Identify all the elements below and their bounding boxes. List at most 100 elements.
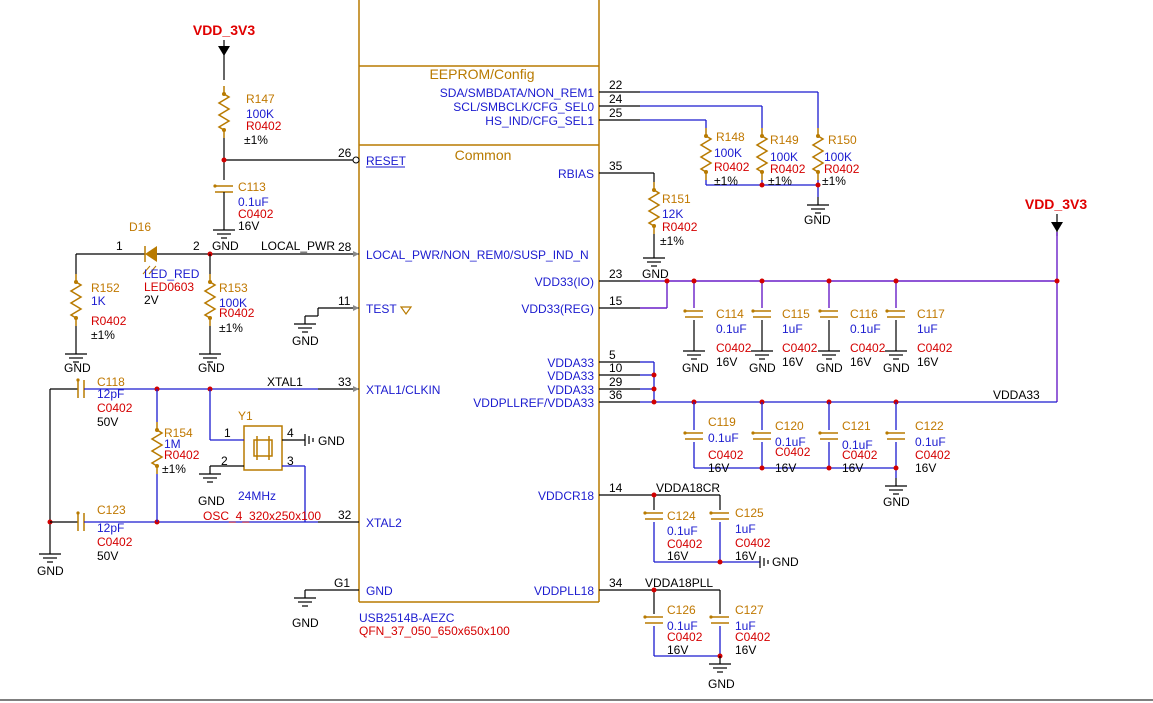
r152-gnd-label: GND (64, 361, 91, 375)
c118-voltage: 50V (97, 415, 118, 429)
vdd-3v3-right-label: VDD_3V3 (1025, 196, 1087, 212)
r154-resistor (151, 421, 163, 475)
c116-package: C0402 (850, 341, 886, 355)
r149-tolerance: ±1% (768, 174, 792, 188)
test-ground-icon (293, 315, 317, 333)
c116-value: 0.1uF (850, 322, 881, 336)
r151-gnd-label: GND (642, 267, 669, 281)
c118-package: C0402 (97, 401, 133, 415)
y1-pin4-gnd-label: GND (318, 434, 345, 448)
crystal-gnd-label: GND (37, 564, 64, 578)
ic-footprint: QFN_37_050_650x650x100 (359, 624, 510, 638)
c115-package: C0402 (782, 341, 818, 355)
vdda33-caps-ground-icon (884, 477, 908, 495)
d16-package: LED0603 (144, 280, 194, 294)
net-vdda18cr: VDDA18CR (656, 481, 720, 495)
r153-ground-icon (198, 345, 222, 363)
c114-capacitor (682, 308, 704, 318)
r152-resistor (70, 273, 82, 327)
y1-gnd-label: GND (198, 494, 225, 508)
r148-tolerance: ±1% (714, 174, 738, 188)
c121-ref: C121 (842, 419, 871, 433)
c113-voltage: 16V (238, 219, 259, 233)
r151-ref: R151 (662, 192, 691, 206)
c114-voltage: 16V (716, 355, 737, 369)
r147-tolerance: ±1% (244, 133, 268, 147)
c115-value: 1uF (782, 322, 803, 336)
r147-ref: R147 (246, 92, 275, 106)
y1-pin1: 1 (224, 426, 231, 440)
y1-pin3: 3 (287, 454, 294, 468)
c120-package: C0402 (775, 445, 811, 459)
c113-ref: C113 (238, 180, 266, 194)
schematic-canvas: EEPROM/Config Common SDA/SMBDATA/NON_REM… (0, 0, 1153, 701)
c119-voltage: 16V (708, 461, 729, 475)
r154-package: R0402 (164, 448, 200, 462)
pin-num-36: 36 (609, 388, 623, 402)
crystal-caps-ground-icon (38, 545, 62, 563)
r154-tolerance: ±1% (162, 462, 186, 476)
pin-num-24: 24 (609, 92, 623, 106)
r149-ref: R149 (770, 133, 799, 147)
r147-package: R0402 (246, 119, 282, 133)
r152-package: R0402 (91, 314, 127, 328)
c118-value: 12pF (97, 387, 124, 401)
pin-num-33: 33 (338, 375, 352, 389)
r153-ref: R153 (219, 281, 248, 295)
c126-package: C0402 (667, 630, 703, 644)
c119-capacitor (682, 430, 704, 440)
c119-ref: C119 (708, 415, 736, 429)
y1-oscillator (243, 425, 283, 471)
c123-ref: C123 (97, 503, 126, 517)
c125-ref: C125 (735, 506, 764, 520)
pin-name-g1: GND (366, 584, 393, 598)
c116-voltage: 16V (850, 355, 871, 369)
c119-package: C0402 (708, 448, 744, 462)
r153-resistor (204, 273, 216, 327)
c120-capacitor (750, 430, 772, 440)
c117-value: 1uF (917, 322, 938, 336)
c123-package: C0402 (97, 535, 133, 549)
r152-ref: R152 (91, 281, 120, 295)
pin-num-34: 34 (609, 576, 623, 590)
left-pin-stubs (318, 156, 360, 591)
r151-value: 12K (662, 207, 683, 221)
pin-num-10: 10 (609, 361, 623, 375)
vdda18pll-gnd-label: GND (708, 677, 735, 691)
pin-num-22: 22 (609, 78, 623, 92)
c113-gnd-label: GND (212, 239, 239, 253)
test-gnd-label: GND (292, 334, 319, 348)
c124-value: 0.1uF (667, 524, 698, 538)
c116-ref: C116 (850, 307, 878, 321)
c115-voltage: 16V (782, 355, 803, 369)
c117-gnd-label: GND (883, 361, 910, 375)
c122-ref: C122 (915, 419, 944, 433)
c120-ref: C120 (775, 419, 804, 433)
pin-num-29: 29 (609, 375, 623, 389)
c114-ground-icon (682, 342, 706, 360)
ic-gnd-ground-icon (293, 589, 317, 607)
pin-num-32: 32 (338, 508, 352, 522)
d16-voltage: 2V (144, 293, 159, 307)
pin-name-25: HS_IND/CFG_SEL1 (485, 114, 594, 128)
d16-ref: D16 (129, 220, 151, 234)
test-pin-marker-icon (399, 306, 413, 316)
c123-voltage: 50V (97, 549, 118, 563)
vdd-3v3-left-label: VDD_3V3 (193, 22, 255, 38)
c115-ground-icon (750, 342, 774, 360)
pin-name-24: SCL/SMBCLK/CFG_SEL0 (453, 100, 594, 114)
c122-capacitor (884, 430, 906, 440)
c126-voltage: 16V (667, 643, 688, 657)
c116-ground-icon (817, 342, 841, 360)
pin-num-14: 14 (609, 481, 623, 495)
r153-tolerance: ±1% (219, 321, 243, 335)
c114-value: 0.1uF (716, 322, 747, 336)
c127-ref: C127 (735, 603, 764, 617)
r150-resistor (812, 127, 824, 181)
pin-name-22: SDA/SMBDATA/NON_REM1 (440, 86, 595, 100)
r151-resistor (648, 181, 660, 235)
y1-pin2: 2 (221, 454, 228, 468)
pin-name-29: VDDA33 (547, 383, 594, 397)
pin-name-10: VDDA33 (547, 369, 594, 383)
r148-resistor (700, 127, 712, 181)
